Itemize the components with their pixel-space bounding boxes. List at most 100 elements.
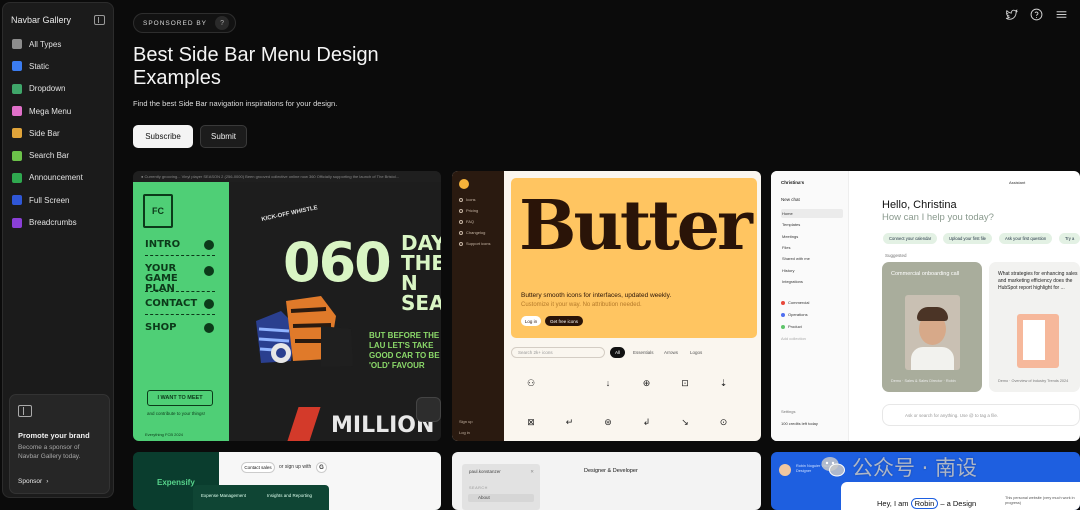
glyph-icon[interactable]: ⊙	[719, 417, 729, 427]
grid-icon	[12, 39, 22, 50]
butter-nav-item[interactable]: Changelog	[459, 230, 485, 235]
sponsor-link[interactable]: Sponsor ›	[18, 478, 48, 485]
help-icon[interactable]	[1030, 8, 1043, 21]
butter-nav-item[interactable]: FAQ	[459, 219, 474, 224]
greeting: Hello, Christina	[882, 199, 957, 211]
filter-chip[interactable]: Essentials	[628, 347, 659, 358]
menu-expense-management[interactable]: Expense Management	[201, 493, 246, 498]
glyph-icon[interactable]: ⊛	[603, 417, 613, 427]
sidebar-item-search-bar[interactable]: Search Bar	[3, 144, 113, 166]
pill-ask-question[interactable]: Ask your first question	[999, 233, 1053, 244]
collection-tag[interactable]: Product	[781, 324, 802, 329]
shirts-illustration	[256, 296, 353, 367]
contact-sales-button[interactable]: Contact sales	[241, 462, 275, 473]
butter-nav-login[interactable]: Log in	[459, 430, 470, 435]
menu-icon[interactable]	[1055, 8, 1068, 21]
glyph-icon[interactable]: ↘	[680, 417, 690, 427]
glyph-icon[interactable]: ⊡	[680, 378, 690, 388]
sidebar-item-mega-menu[interactable]: Mega Menu	[3, 100, 113, 122]
portfolio-nav-about[interactable]: About	[468, 494, 534, 502]
glyph-icon[interactable]: ⊠	[526, 417, 536, 427]
butter-nav-signup[interactable]: Sign up	[459, 419, 473, 424]
suggestion-card-title: What strategies for enhancing sales and …	[998, 271, 1078, 291]
assistant-selector[interactable]: Assistant	[1009, 180, 1025, 185]
assistant-nav-item[interactable]: Templates	[781, 220, 843, 229]
divider	[145, 291, 215, 292]
sports-crest-logo: FC	[143, 194, 173, 228]
butter-nav-item[interactable]: Icons	[459, 197, 476, 202]
gallery-card-butter[interactable]: Icons Pricing FAQ Changelog Support icons Si…	[452, 171, 761, 441]
sidebar-item-side-bar[interactable]: Side Bar	[3, 122, 113, 144]
glyph-icon[interactable]: ⇣	[719, 378, 729, 388]
butter-search-input[interactable]: Search 2k+ icons	[511, 347, 605, 358]
gallery-card-assistant[interactable]: Christina's New chat Home Templates Meetin…	[771, 171, 1080, 441]
glyph-icon[interactable]: ↓	[603, 378, 613, 388]
menu-insights-reporting[interactable]: Insights and Reporting	[267, 493, 312, 498]
sports-nav-game-plan[interactable]: YOUR GAME PLAN	[145, 264, 195, 294]
credits-text: 100 credits left today	[781, 421, 818, 426]
glyph-icon[interactable]: ⚇	[526, 378, 536, 388]
sidebar-item-all-types[interactable]: All Types	[3, 33, 113, 55]
assistant-nav-item[interactable]: History	[781, 266, 843, 275]
assistant-nav-item[interactable]: Shared with me	[781, 254, 843, 263]
filter-chip[interactable]: Arrows	[659, 347, 683, 358]
top-right-icons	[1005, 8, 1068, 21]
robin-intro: Hey, I am Robin – a Design	[877, 498, 976, 509]
assistant-nav-item[interactable]: Files	[781, 243, 843, 252]
add-collection-link[interactable]: Add collection	[781, 336, 806, 341]
sports-nav-contact[interactable]: CONTACT	[145, 299, 197, 309]
divider	[145, 255, 215, 256]
intro-name: Robin	[910, 498, 939, 509]
sidebar-title[interactable]: Navbar Gallery	[11, 15, 71, 25]
glyph-icon[interactable]: ↲	[642, 417, 652, 427]
butter-nav-label: FAQ	[466, 219, 475, 224]
settings-link[interactable]: Settings	[781, 409, 795, 414]
pill-try[interactable]: Try a	[1059, 233, 1080, 244]
gallery-card-expensify[interactable]: Expensify Contact sales or sign up with …	[133, 452, 441, 510]
chat-input[interactable]: Ask or search for anything. Use @ to tag…	[882, 404, 1080, 426]
glyph-icon[interactable]	[565, 378, 575, 388]
collection-tag[interactable]: Operations	[781, 312, 808, 317]
sports-nav-intro[interactable]: INTRO	[145, 240, 180, 250]
google-icon[interactable]: G	[316, 462, 327, 473]
subscribe-button[interactable]: Subscribe	[133, 125, 193, 148]
butter-nav-item[interactable]: Pricing	[459, 208, 478, 213]
sidebar-item-breadcrumbs[interactable]: Breadcrumbs	[3, 211, 113, 233]
sidebar-item-announcement[interactable]: Announcement	[3, 167, 113, 189]
butter-nav-label: Icons	[466, 197, 476, 202]
filter-chip[interactable]: All	[610, 347, 626, 358]
sidebar-item-dropdown[interactable]: Dropdown	[3, 78, 113, 100]
assistant-nav-item[interactable]: Integrations	[781, 277, 843, 286]
arrow-icon	[204, 323, 214, 333]
meet-button[interactable]: I WANT TO MEET	[147, 390, 213, 406]
filter-chip[interactable]: Logos	[685, 347, 707, 358]
badge-icon[interactable]	[416, 397, 441, 422]
sidebar-item-static[interactable]: Static	[3, 55, 113, 77]
assistant-nav-item[interactable]: Meetings	[781, 232, 843, 241]
sidebar-item-label: Search Bar	[29, 151, 70, 161]
assistant-nav-item[interactable]: Home	[781, 209, 843, 218]
gallery-card-portfolio[interactable]: paul.konstanzer ✕ SEARCH About Designer …	[452, 452, 761, 510]
suggestion-card-onboarding[interactable]: Commercial onboarding call Demo · Sales …	[882, 262, 982, 392]
submit-button[interactable]: Submit	[200, 125, 247, 148]
sidebar-toggle-icon[interactable]	[94, 15, 105, 25]
glyph-icon[interactable]: ⊕	[642, 378, 652, 388]
close-icon[interactable]: ✕	[530, 469, 534, 475]
twitter-icon[interactable]	[1005, 8, 1018, 21]
sponsored-by-badge[interactable]: SPONSORED BY ?	[133, 13, 237, 33]
nav-dot-icon	[459, 241, 463, 246]
pill-connect-calendar[interactable]: Connect your calendar	[883, 233, 938, 244]
butter-login-button[interactable]: Log in	[521, 316, 541, 326]
glyph-icon[interactable]: ↵	[565, 417, 575, 427]
butter-free-icons-button[interactable]: Get free icons	[545, 316, 583, 326]
sports-nav-shop[interactable]: SHOP	[145, 323, 176, 333]
butter-sidebar: Icons Pricing FAQ Changelog Support icons Si…	[452, 171, 504, 441]
new-chat-button[interactable]: New chat	[781, 197, 800, 202]
suggestion-card-hubspot[interactable]: What strategies for enhancing sales and …	[989, 262, 1080, 392]
gallery-card-sports[interactable]: ● Currently grooving... Vinyl player SEA…	[133, 171, 441, 441]
pill-upload-file[interactable]: Upload your first file	[943, 233, 993, 244]
collection-tag[interactable]: Commercial	[781, 300, 809, 305]
sidebar-item-full-screen[interactable]: Full Screen	[3, 189, 113, 211]
sports-sidebar: FC INTRO YOUR GAME PLAN CONTACT SHOP I W…	[133, 182, 229, 441]
butter-nav-item[interactable]: Support icons	[459, 241, 490, 246]
